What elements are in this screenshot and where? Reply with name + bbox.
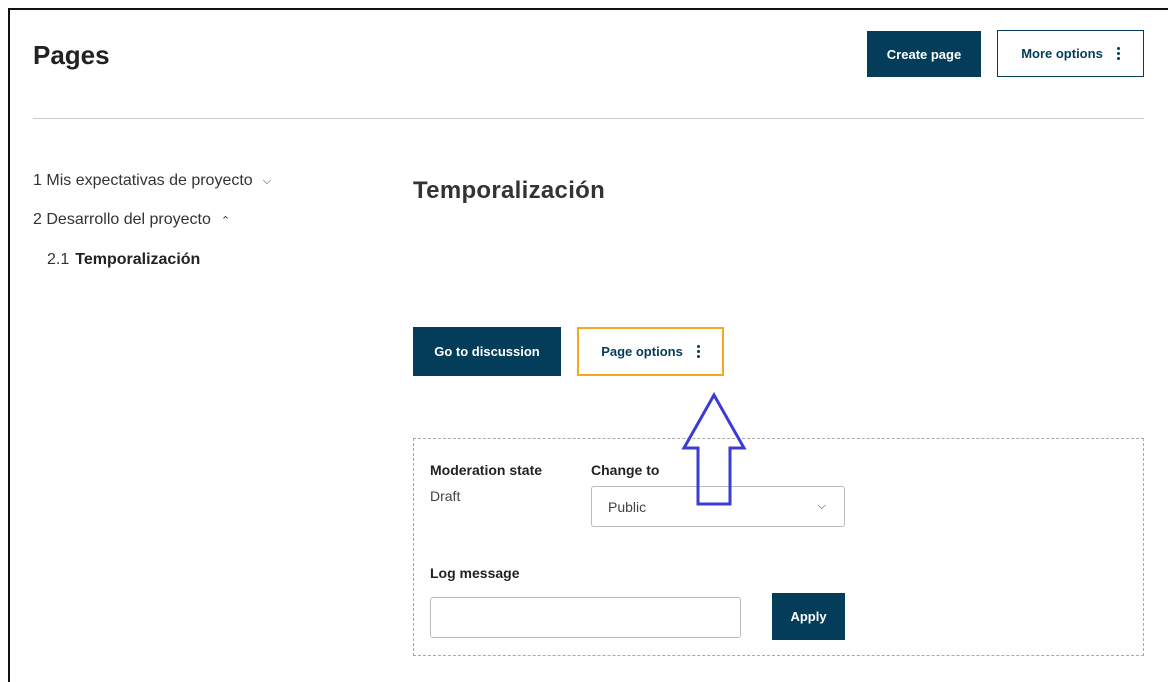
nav-item-label: Temporalización xyxy=(75,251,201,268)
page-options-label: Page options xyxy=(601,344,683,359)
chevron-down-icon[interactable]: ⌵ xyxy=(263,175,271,188)
nav-item-number: 2 xyxy=(33,211,42,228)
moderation-state-value: Draft xyxy=(430,488,461,504)
go-to-discussion-button[interactable]: Go to discussion xyxy=(413,327,561,376)
content-title: Temporalización xyxy=(413,177,606,204)
more-options-button[interactable]: More options xyxy=(997,30,1144,77)
kebab-icon xyxy=(1116,47,1120,60)
change-to-label: Change to xyxy=(591,462,660,478)
nav-item-expectativas[interactable]: 1 Mis expectativas de proyecto ⌵ xyxy=(33,171,271,191)
more-options-label: More options xyxy=(1021,46,1103,61)
nav-item-desarrollo[interactable]: 2 Desarrollo del proyecto ⌃ xyxy=(33,210,230,230)
apply-button[interactable]: Apply xyxy=(772,593,845,640)
page-options-button[interactable]: Page options xyxy=(577,327,724,376)
change-to-value: Public xyxy=(608,498,647,515)
page-title: Pages xyxy=(33,40,110,70)
header-divider xyxy=(33,118,1144,119)
moderation-state-label: Moderation state xyxy=(430,462,543,478)
log-message-input[interactable] xyxy=(430,597,741,638)
chevron-up-icon[interactable]: ⌃ xyxy=(221,214,230,227)
kebab-icon xyxy=(696,345,700,358)
create-page-button[interactable]: Create page xyxy=(867,31,981,77)
nav-item-number: 1 xyxy=(33,172,42,189)
annotation-arrow-icon xyxy=(681,392,747,506)
nav-item-label: Mis expectativas de proyecto xyxy=(46,172,253,189)
nav-item-number: 2.1 xyxy=(47,251,70,268)
chevron-down-icon: ⌵ xyxy=(817,500,826,512)
log-message-label: Log message xyxy=(430,565,520,581)
nav-item-temporalizacion[interactable]: 2.1 Temporalización xyxy=(47,250,200,270)
nav-item-label: Desarrollo del proyecto xyxy=(46,211,211,228)
